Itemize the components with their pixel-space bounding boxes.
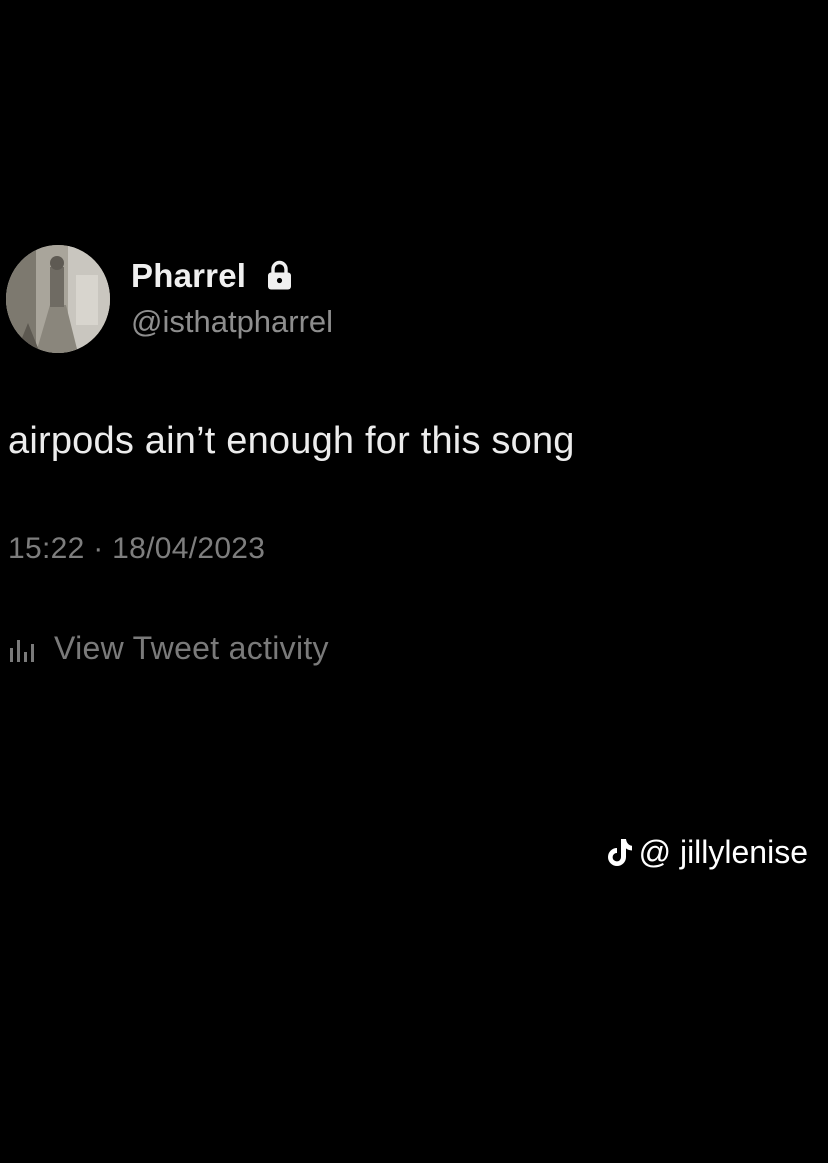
avatar-image (6, 245, 110, 353)
tweet-timestamp[interactable]: 15:22 · 18/04/2023 (8, 532, 265, 566)
view-tweet-activity-label: View Tweet activity (54, 629, 329, 666)
lock-icon (268, 260, 291, 290)
tiktok-icon (607, 839, 632, 866)
watermark-username: @ jillylenise (638, 833, 808, 870)
user-handle[interactable]: @isthatpharrel (131, 304, 333, 340)
tweet-text: airpods ain’t enough for this song (8, 420, 575, 462)
view-tweet-activity-link[interactable]: View Tweet activity (8, 628, 329, 668)
tweet-card: Pharrel @isthatpharrel airpods ain’t eno… (0, 0, 828, 1163)
tiktok-watermark: @ jillylenise (607, 830, 808, 874)
avatar[interactable] (6, 245, 110, 353)
display-name[interactable]: Pharrel (131, 257, 246, 295)
bar-chart-icon (10, 640, 34, 662)
